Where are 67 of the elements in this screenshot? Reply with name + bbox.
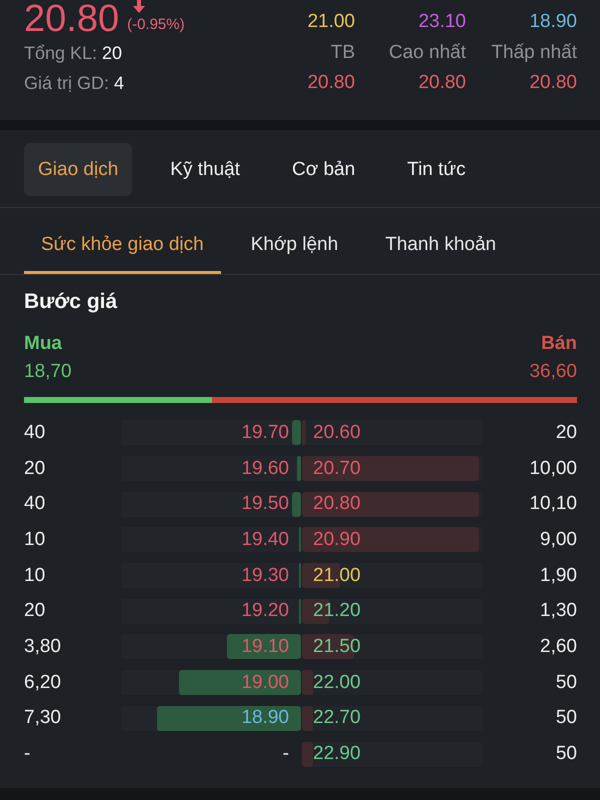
- bid-volume: 20: [24, 600, 46, 622]
- trade-value-label: Giá trị GD:: [24, 73, 110, 93]
- bid-volume: 3,80: [24, 636, 62, 658]
- ask-volume: 2,60: [539, 636, 577, 658]
- ask-volume: 1,30: [539, 600, 577, 622]
- stat-value: 20.80: [528, 71, 577, 95]
- ask-volume: 9,00: [539, 528, 577, 551]
- total-volume-label: Tổng KL:: [24, 43, 98, 63]
- price-value: 23.10: [417, 10, 466, 34]
- subtab[interactable]: Sức khỏe giao dịch: [24, 208, 221, 274]
- bid-price: -: [282, 743, 289, 766]
- ask-price: 20.60: [313, 422, 361, 444]
- change-percent: (-0.95%): [127, 15, 185, 34]
- ask-price: 20.90: [313, 528, 361, 551]
- bid-volume: 6,20: [24, 672, 62, 694]
- ask-price: 20.70: [313, 458, 361, 480]
- ask-volume: 50: [554, 743, 577, 766]
- bid-volume: 40: [24, 422, 46, 444]
- ask-price: 21.00: [313, 564, 361, 587]
- stat-label: Thấp nhất: [490, 41, 577, 65]
- bid-price: 19.70: [241, 422, 289, 444]
- bid-volume: 20: [24, 458, 46, 480]
- price-value: 21.00: [306, 10, 355, 34]
- bid-volume: 40: [24, 493, 46, 516]
- bid-volume: 7,30: [24, 707, 62, 730]
- sell-total: 36,60: [528, 361, 577, 383]
- subtab[interactable]: Khớp lệnh: [234, 208, 356, 274]
- bid-price: 18.90: [241, 707, 289, 730]
- trade-value: 4: [114, 73, 124, 93]
- tab[interactable]: Tin tức: [393, 143, 480, 196]
- tab[interactable]: Giao dịch: [24, 143, 132, 196]
- ask-volume: 20: [554, 422, 577, 444]
- tab[interactable]: Cơ bản: [278, 143, 370, 196]
- ask-price: 21.20: [313, 600, 361, 622]
- subtab[interactable]: Thanh khoản: [368, 208, 514, 274]
- ask-volume: 10,00: [528, 458, 577, 480]
- buy-total: 18,70: [24, 361, 73, 383]
- bid-price: 19.40: [241, 528, 289, 551]
- stat-label: TB: [330, 41, 355, 65]
- bid-price: 19.50: [241, 493, 289, 516]
- price-value: 18.90: [528, 10, 577, 34]
- ask-price: 22.00: [313, 672, 361, 694]
- ask-volume: 1,90: [539, 564, 577, 587]
- bid-volume: -: [24, 743, 32, 766]
- tab[interactable]: Kỹ thuật: [156, 143, 254, 196]
- ask-price: 21.50: [313, 636, 361, 658]
- bid-price: 19.10: [241, 636, 289, 658]
- bid-price: 19.20: [241, 600, 289, 622]
- sell-label: Bán: [540, 333, 577, 355]
- stat-label: Cao nhất: [388, 41, 466, 65]
- bid-volume: 10: [24, 564, 46, 587]
- stat-value: 20.80: [417, 71, 466, 95]
- bid-price: 19.60: [241, 458, 289, 480]
- section-title: Bước giá: [24, 289, 118, 315]
- ask-price: 22.90: [313, 743, 361, 766]
- total-volume-value: 20: [102, 43, 122, 63]
- bid-volume: 10: [24, 528, 46, 551]
- buy-label: Mua: [24, 333, 63, 355]
- bid-price: 19.00: [241, 672, 289, 694]
- stat-value: 20.80: [306, 71, 355, 95]
- ask-price: 22.70: [313, 707, 361, 730]
- ask-price: 20.80: [313, 493, 361, 516]
- ask-volume: 50: [554, 672, 577, 694]
- ask-volume: 50: [554, 707, 577, 730]
- bid-price: 19.30: [241, 564, 289, 587]
- ask-volume: 10,10: [528, 493, 577, 516]
- last-price: 20.80: [24, 0, 120, 38]
